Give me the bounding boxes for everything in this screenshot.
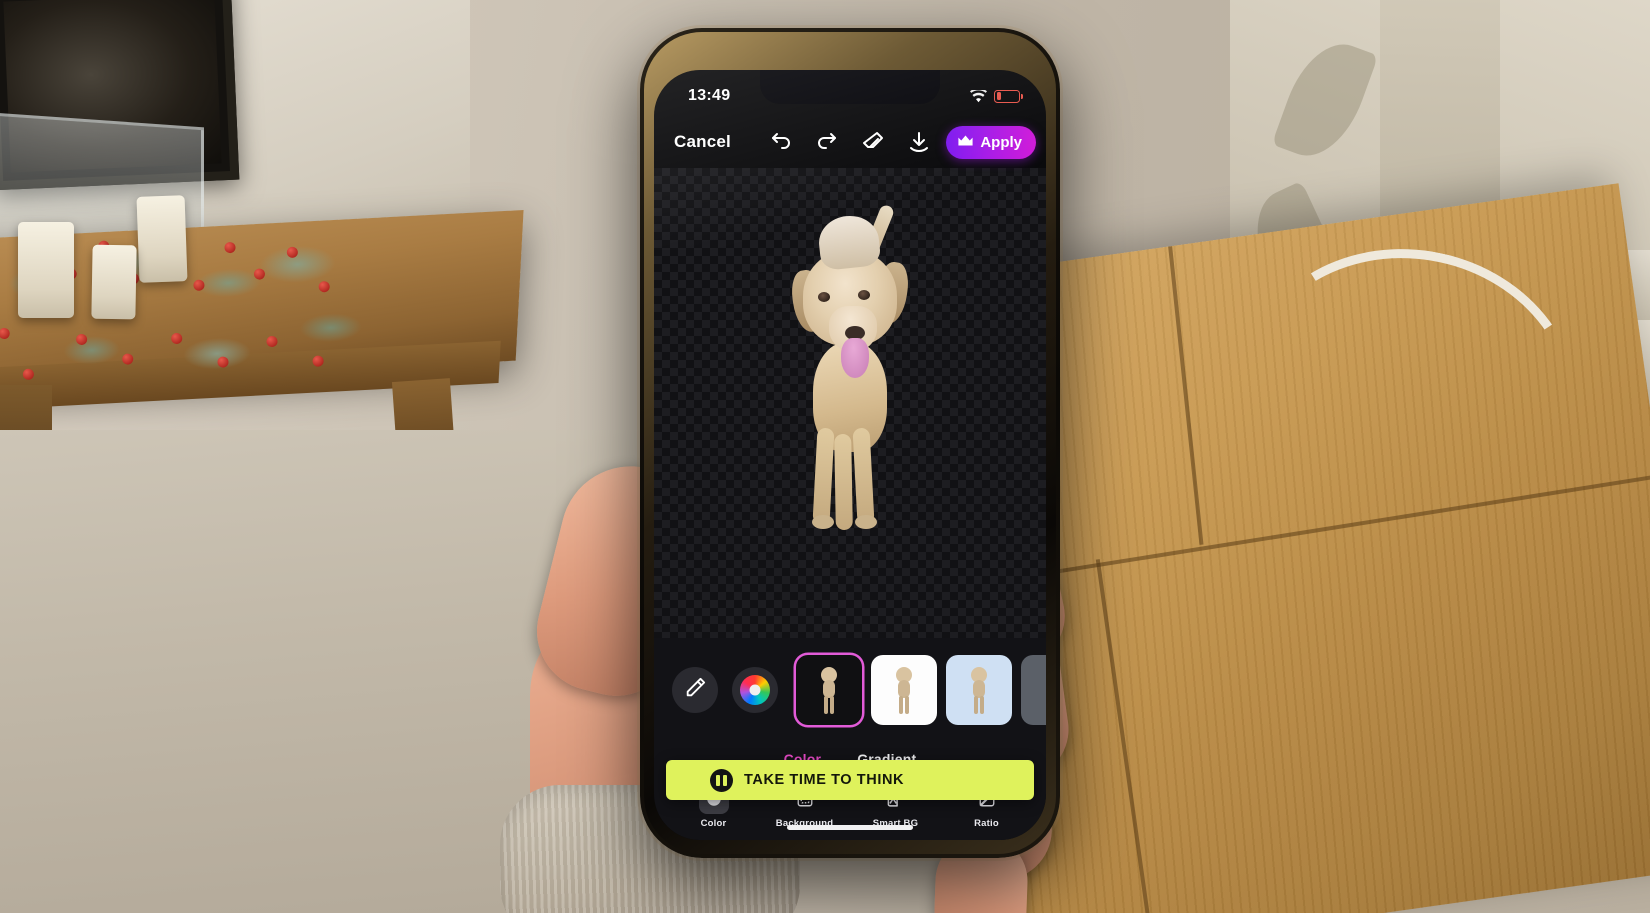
candle: [18, 222, 74, 318]
undo-arrow-icon[interactable]: [769, 130, 793, 154]
image-canvas[interactable]: [654, 168, 1046, 638]
phone: 13:49 Cancel Apply Color Gradient Color …: [640, 28, 1060, 858]
download-icon[interactable]: [907, 130, 931, 154]
banner-text: TAKE TIME TO THINK: [744, 772, 905, 788]
thumbnail-preview: [893, 667, 915, 715]
dog-subject: [785, 203, 915, 540]
apply-button[interactable]: Apply: [946, 125, 1036, 159]
background-thumbnail[interactable]: [1021, 655, 1046, 725]
background-thumbnail[interactable]: [796, 655, 862, 725]
color-wheel-button[interactable]: [732, 667, 778, 713]
dog-crown: [816, 213, 882, 271]
apply-label: Apply: [980, 133, 1022, 151]
background-thumbnail[interactable]: [946, 655, 1012, 725]
wifi-icon: [970, 89, 987, 103]
editor-toolbar: Cancel Apply: [654, 116, 1046, 168]
bottom-panel: Color Gradient Color Background Smart BG…: [654, 638, 1046, 840]
background-thumbnail-list: [796, 655, 1046, 725]
eyedropper-icon: [684, 677, 706, 704]
eyedropper-button[interactable]: [672, 667, 718, 713]
pause-icon: [710, 768, 733, 792]
cancel-button[interactable]: Cancel: [674, 132, 731, 152]
dog-paw: [812, 515, 834, 529]
dog-eye: [818, 292, 830, 302]
crown-icon: [957, 134, 974, 151]
candle: [136, 195, 188, 283]
eraser-icon[interactable]: [861, 130, 885, 154]
phone-screen[interactable]: 13:49 Cancel Apply Color Gradient Color …: [654, 70, 1046, 840]
color-wheel-icon: [740, 675, 770, 705]
home-indicator[interactable]: [787, 825, 913, 830]
battery-low-icon: [994, 89, 1024, 103]
leaf-motif: [1271, 31, 1379, 169]
candle: [91, 244, 137, 320]
take-time-banner[interactable]: TAKE TIME TO THINK: [666, 760, 1034, 800]
dog-paw: [855, 515, 877, 529]
background-thumbnail[interactable]: [871, 655, 937, 725]
thumbnail-preview: [818, 667, 840, 715]
tab-label: Color: [700, 818, 727, 829]
dog-leg: [812, 427, 835, 525]
status-time: 13:49: [688, 87, 731, 104]
toolbar-icon-group: [769, 130, 931, 154]
phone-notch: [760, 70, 940, 104]
redo-arrow-icon[interactable]: [815, 130, 839, 154]
scene-root: 13:49 Cancel Apply Color Gradient Color …: [0, 0, 1650, 913]
tab-label: Ratio: [974, 818, 999, 829]
dog-tongue: [841, 338, 869, 378]
dog-leg: [834, 433, 853, 531]
background-picker-row: [654, 648, 1046, 732]
status-indicators: [970, 89, 1024, 103]
thumbnail-preview: [968, 667, 990, 715]
dog-eye: [858, 290, 870, 300]
